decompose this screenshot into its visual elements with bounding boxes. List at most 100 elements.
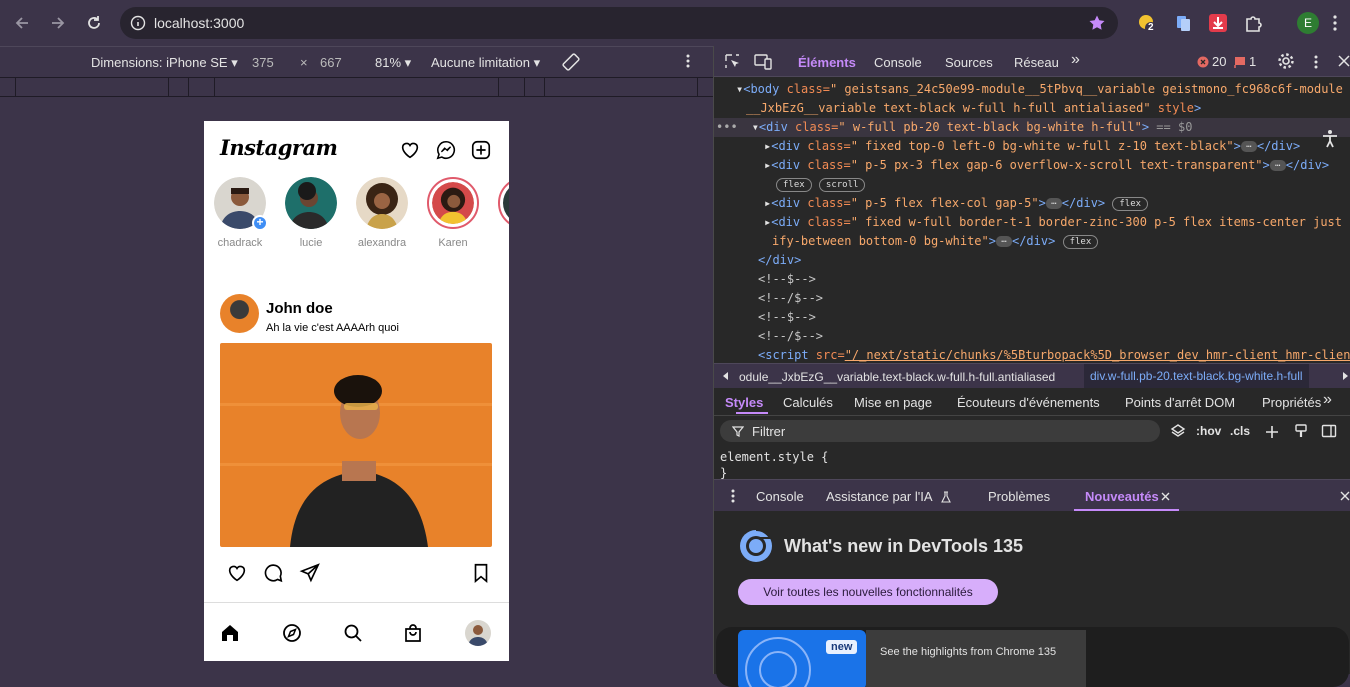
- media-query-ruler[interactable]: [0, 77, 713, 98]
- dom-line-script[interactable]: <script src="/_next/static/chunks/%5Btur…: [758, 346, 1350, 363]
- throttle-select[interactable]: Aucune limitation ▾: [431, 55, 540, 71]
- tab-event-listeners[interactable]: Écouteurs d'événements: [957, 395, 1100, 410]
- tab-styles[interactable]: Styles: [725, 395, 763, 410]
- scroll-left-icon[interactable]: [720, 370, 732, 382]
- like-heart-icon[interactable]: [226, 562, 248, 584]
- sidebar-toggle-icon[interactable]: [1321, 423, 1337, 439]
- home-icon[interactable]: [220, 623, 240, 643]
- accessibility-icon[interactable]: [1320, 129, 1340, 149]
- scroll-right-icon[interactable]: [1339, 370, 1350, 382]
- height-input[interactable]: 667: [320, 55, 342, 70]
- profile-avatar[interactable]: [465, 620, 491, 646]
- more-tabs-button[interactable]: »: [1071, 51, 1080, 69]
- rotate-button[interactable]: [561, 52, 581, 72]
- dom-comment[interactable]: <!--$-->: [758, 308, 816, 327]
- breadcrumb-div[interactable]: div.w-full.pb-20.text-black.bg-white.h-f…: [1084, 364, 1309, 388]
- cls-toggle[interactable]: .cls: [1230, 424, 1250, 438]
- dom-comment[interactable]: <!--$-->: [758, 270, 816, 289]
- story-alexandra[interactable]: alexandra: [355, 177, 409, 249]
- tab-properties[interactable]: Propriétés: [1262, 395, 1321, 410]
- add-rule-icon[interactable]: [1264, 424, 1280, 440]
- post-author-avatar[interactable]: [220, 294, 259, 333]
- tab-computed[interactable]: Calculés: [783, 395, 833, 410]
- flex-badge[interactable]: flex: [1112, 196, 1149, 211]
- dom-line-nav-div-cont[interactable]: ify-between bottom-0 bg-white">… </div> f…: [772, 232, 1099, 251]
- see-all-features-button[interactable]: Voir toutes les nouvelles fonctionnalité…: [738, 579, 998, 605]
- dom-comment[interactable]: <!--/$-->: [758, 289, 823, 308]
- hov-toggle[interactable]: :hov: [1196, 424, 1221, 438]
- flex-badge[interactable]: flex: [776, 177, 812, 192]
- drawer-tab-ai-assistance[interactable]: Assistance par l'IA: [826, 489, 933, 504]
- add-post-icon[interactable]: [470, 139, 492, 161]
- dom-line-header-div[interactable]: ▸<div class=" fixed top-0 left-0 bg-whit…: [764, 137, 1300, 156]
- back-button[interactable]: [4, 5, 40, 41]
- explore-compass-icon[interactable]: [282, 623, 302, 643]
- comment-icon[interactable]: [262, 562, 284, 584]
- dom-comment[interactable]: <!--/$-->: [758, 327, 823, 346]
- error-counter[interactable]: 20: [1197, 54, 1226, 69]
- tab-dom-breakpoints[interactable]: Points d'arrêt DOM: [1125, 395, 1235, 410]
- tab-elements[interactable]: Éléments: [789, 55, 865, 79]
- story-partial[interactable]: [497, 177, 509, 229]
- device-toggle-icon[interactable]: [754, 53, 772, 70]
- collapsed-ellipsis[interactable]: …: [1045, 198, 1062, 209]
- drawer-tab-whats-new[interactable]: Nouveautés: [1085, 489, 1159, 504]
- share-send-icon[interactable]: [299, 562, 321, 584]
- bookmark-icon[interactable]: [470, 562, 492, 584]
- story-lucie[interactable]: lucie: [284, 177, 338, 249]
- close-icon[interactable]: [1161, 492, 1170, 501]
- collapsed-ellipsis[interactable]: …: [1240, 141, 1257, 152]
- scroll-badge[interactable]: scroll: [818, 177, 866, 192]
- more-tabs-button[interactable]: »: [1323, 391, 1332, 409]
- tab-layout[interactable]: Mise en page: [854, 395, 932, 410]
- shop-bag-icon[interactable]: [403, 623, 423, 643]
- attr-value-link[interactable]: "/_next/static/chunks/%5Bturbopack%5D_br…: [845, 348, 1350, 362]
- collapsed-ellipsis[interactable]: …: [995, 236, 1012, 247]
- width-input[interactable]: 375: [252, 55, 274, 70]
- reload-button[interactable]: [76, 5, 112, 41]
- extension-1[interactable]: 2: [1136, 12, 1158, 34]
- dom-line-div-close[interactable]: </div>: [758, 251, 801, 270]
- profile-avatar[interactable]: E: [1297, 12, 1319, 34]
- inspect-element-icon[interactable]: [724, 53, 741, 70]
- tab-sources[interactable]: Sources: [945, 55, 993, 70]
- heart-icon[interactable]: [399, 139, 421, 161]
- dom-line-body-cont[interactable]: __JxbEzG__variable text-black w-full h-f…: [746, 99, 1201, 118]
- tab-console[interactable]: Console: [874, 55, 922, 70]
- warning-counter[interactable]: 1: [1234, 54, 1256, 69]
- extension-2[interactable]: [1172, 12, 1194, 34]
- breadcrumb-body[interactable]: odule__JxbEzG__variable.text-black.w-ful…: [739, 370, 1055, 384]
- highlights-card[interactable]: new See the highlights from Chrome 135: [716, 627, 1349, 687]
- address-bar[interactable]: localhost:3000: [120, 7, 1118, 39]
- layers-icon[interactable]: [1170, 423, 1186, 439]
- post-author-name[interactable]: John doe: [266, 300, 333, 317]
- zoom-select[interactable]: 81% ▾: [375, 55, 411, 71]
- device-select[interactable]: Dimensions: iPhone SE ▾: [91, 55, 238, 71]
- messenger-icon[interactable]: [435, 139, 457, 161]
- tab-network[interactable]: Réseau: [1014, 55, 1059, 70]
- menu-kebab-icon[interactable]: [1314, 55, 1318, 69]
- drawer-tab-issues[interactable]: Problèmes: [988, 489, 1050, 504]
- search-icon[interactable]: [343, 623, 363, 643]
- add-story-badge[interactable]: +: [252, 215, 268, 231]
- extension-3[interactable]: [1207, 12, 1229, 34]
- dom-line-stories-div[interactable]: ▸<div class=" p-5 px-3 flex gap-6 overfl…: [764, 156, 1329, 175]
- menu-kebab-icon[interactable]: [731, 489, 735, 503]
- element-style-rule[interactable]: element.style { }: [720, 450, 828, 480]
- dom-line-feed-div[interactable]: ▸<div class=" p-5 flex flex-col gap-5">……: [764, 194, 1149, 213]
- styles-filter-input[interactable]: Filtrer: [720, 420, 1160, 442]
- close-icon[interactable]: [1338, 55, 1350, 67]
- extensions-button[interactable]: [1243, 12, 1265, 34]
- post-image[interactable]: [220, 343, 492, 547]
- forward-button[interactable]: [40, 5, 76, 41]
- dom-tree[interactable]: ▾<body class=" geistsans_24c50e99-module…: [714, 77, 1350, 363]
- dom-line-selected-div[interactable]: ••• ▾<div class=" w-full pb-20 text-black…: [714, 118, 1350, 137]
- info-icon[interactable]: [130, 15, 146, 31]
- device-toolbar-menu[interactable]: [686, 54, 690, 68]
- paint-brush-icon[interactable]: [1293, 423, 1309, 439]
- menu-kebab-icon[interactable]: [1333, 15, 1337, 31]
- story-karen[interactable]: Karen: [426, 177, 480, 249]
- drawer-tab-console[interactable]: Console: [756, 489, 804, 504]
- collapsed-ellipsis[interactable]: …: [1269, 160, 1286, 171]
- dom-line-body[interactable]: ▾<body class=" geistsans_24c50e99-module…: [736, 80, 1343, 99]
